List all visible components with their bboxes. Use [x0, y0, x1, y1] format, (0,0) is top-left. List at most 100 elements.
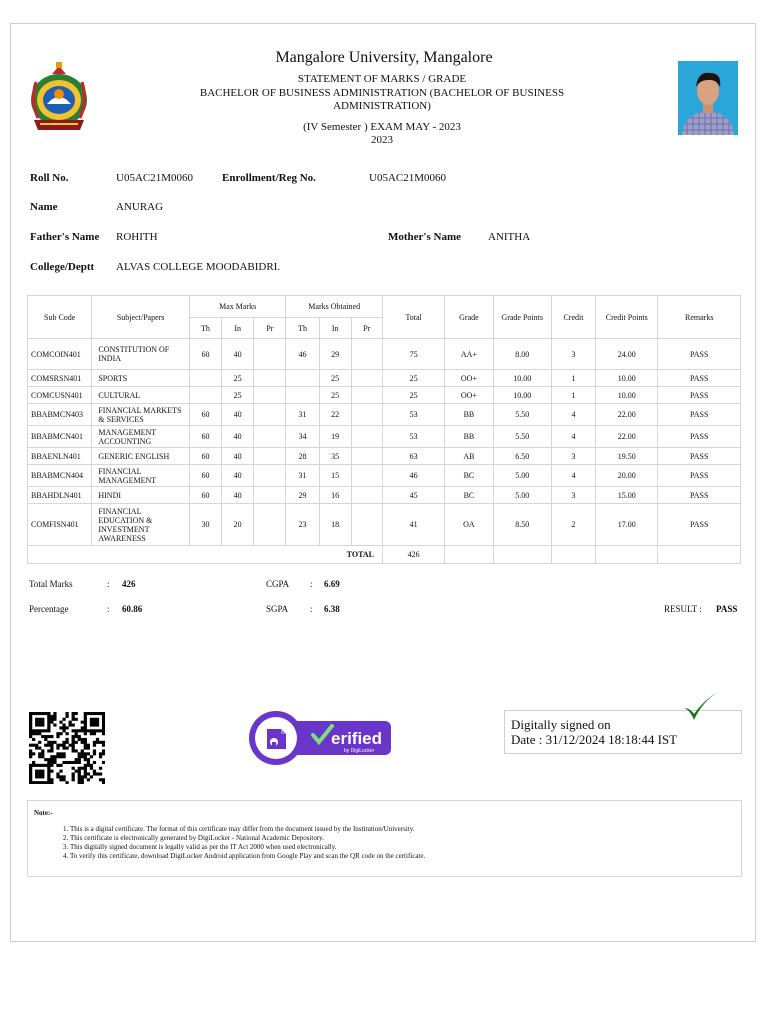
header-grade-points: Grade Points — [492, 295, 552, 339]
header-obt-in: In — [318, 317, 352, 339]
sgpa-label: SGPA — [266, 604, 289, 614]
cell-gp: 5.00 — [492, 486, 552, 504]
cell-ob-pr — [350, 386, 383, 404]
header-marks-obtained: Marks Obtained — [285, 295, 383, 318]
cell-ob-in: 22 — [318, 403, 352, 426]
total-empty — [550, 545, 597, 564]
cell-ob-pr — [350, 425, 383, 448]
header-total: Total — [381, 295, 446, 339]
header-max-in: In — [221, 317, 255, 339]
cell-ob-pr — [350, 503, 383, 546]
name-label: Name — [30, 201, 58, 213]
cell-subject: MANAGEMENT ACCOUNTING — [91, 425, 190, 448]
cell-total: 63 — [381, 447, 446, 465]
badge-subtext: by DigiLocker — [344, 748, 375, 754]
cell-max-in: 40 — [221, 425, 255, 448]
cell-cp: 22.00 — [595, 425, 659, 448]
cell-ob-th: 28 — [285, 447, 320, 465]
table-row: BBABMCN401 MANAGEMENT ACCOUNTING 60 40 34 19 5… — [26, 425, 741, 448]
cell-total: 53 — [381, 403, 446, 426]
cell-code: COMSRSN401 — [26, 369, 93, 387]
header-remarks: Remarks — [657, 295, 741, 339]
cell-code: BBABMCN404 — [26, 464, 93, 487]
cell-total: 41 — [381, 503, 446, 546]
cell-code: BBABMCN401 — [26, 425, 93, 448]
header-subject: Subject/Papers — [91, 295, 190, 339]
total-empty — [657, 545, 741, 564]
cell-subject: CONSTITUTION OF INDIA — [91, 338, 190, 370]
header-credit: Credit — [550, 295, 597, 339]
cell-max-in: 40 — [221, 464, 255, 487]
cell-max-in: 40 — [221, 486, 255, 504]
cell-max-th: 60 — [188, 447, 223, 465]
cell-total: 46 — [381, 464, 446, 487]
mother-name-value: ANITHA — [488, 231, 531, 243]
cell-grade: OO+ — [444, 386, 494, 404]
table-row: COMFISN401 FINANCIAL EDUCATION & INVESTME… — [26, 503, 741, 546]
cell-max-in: 25 — [221, 369, 255, 387]
cell-remarks: PASS — [657, 425, 741, 448]
cell-gp: 5.50 — [492, 403, 552, 426]
cell-subject: HINDI — [91, 486, 190, 504]
notes-title: Note:- — [34, 809, 53, 817]
cell-grade: OA — [444, 503, 494, 546]
notes-list: This is a digital certificate. The forma… — [52, 825, 425, 861]
cell-cp: 24.00 — [595, 338, 659, 370]
cell-remarks: PASS — [657, 447, 741, 465]
cell-max-pr — [253, 403, 287, 426]
header-obt-th: Th — [285, 317, 320, 339]
cell-gp: 10.00 — [492, 386, 552, 404]
total-value: 426 — [381, 545, 446, 564]
exam-year: 2023 — [371, 134, 393, 146]
cell-max-th: 60 — [188, 403, 223, 426]
cell-credit: 3 — [550, 338, 597, 370]
note-item: To verify this certificate, download Dig… — [70, 852, 425, 861]
total-empty — [444, 545, 494, 564]
table-row: BBABMCN404 FINANCIAL MANAGEMENT 60 40 31 15 46… — [26, 464, 741, 487]
notes-box: Note:- This is a digital certificate. Th… — [27, 800, 742, 877]
qr-code-icon — [29, 712, 105, 784]
cell-grade: BC — [444, 486, 494, 504]
program-line-2: ADMINISTRATION) — [333, 100, 431, 112]
cell-subject: GENERIC ENGLISH — [91, 447, 190, 465]
marks-table: Sub Code Subject/Papers Max Marks Marks … — [26, 295, 741, 564]
cell-cp: 15.00 — [595, 486, 659, 504]
cell-max-in: 40 — [221, 403, 255, 426]
cell-gp: 5.50 — [492, 425, 552, 448]
statement-title: STATEMENT OF MARKS / GRADE — [297, 73, 467, 85]
table-row: BBAHDLN401 HINDI 60 40 29 16 45 BC 5.00 3 15.00 PAS… — [26, 486, 741, 504]
cell-cp: 22.00 — [595, 403, 659, 426]
cell-max-in: 40 — [221, 338, 255, 370]
header-obt-pr: Pr — [350, 317, 383, 339]
colon: : — [310, 604, 313, 614]
cell-max-pr — [253, 503, 287, 546]
college-label: College/Deptt — [30, 261, 95, 273]
cell-max-in: 40 — [221, 447, 255, 465]
cell-max-in: 25 — [221, 386, 255, 404]
table-row: COMSRSN401 SPORTS 25 25 25 OO+ 10.00 1 10.00 PASS — [26, 369, 741, 387]
cell-cp: 19.50 — [595, 447, 659, 465]
cgpa-value: 6.69 — [324, 579, 340, 589]
cell-max-pr — [253, 486, 287, 504]
university-name: Mangalore University, Mangalore — [275, 49, 493, 66]
father-name-label: Father's Name — [30, 231, 100, 243]
cell-gp: 6.50 — [492, 447, 552, 465]
enrollment-value: U05AC21M0060 — [369, 172, 447, 184]
cell-max-th: 30 — [188, 503, 223, 546]
cgpa-label: CGPA — [266, 579, 290, 589]
cell-grade: BB — [444, 425, 494, 448]
cell-code: BBABMCN403 — [26, 403, 93, 426]
cell-grade: BC — [444, 464, 494, 487]
cell-gp: 8.50 — [492, 503, 552, 546]
cell-credit: 4 — [550, 425, 597, 448]
badge-text: erified — [331, 729, 382, 748]
cell-ob-th — [285, 369, 320, 387]
total-marks-label: Total Marks — [29, 579, 73, 589]
cell-credit: 1 — [550, 386, 597, 404]
cell-ob-in: 29 — [318, 338, 352, 370]
cell-ob-pr — [350, 369, 383, 387]
cell-ob-th: 31 — [285, 464, 320, 487]
cell-ob-pr — [350, 447, 383, 465]
cell-ob-pr — [350, 403, 383, 426]
result-label: RESULT : — [664, 604, 702, 614]
